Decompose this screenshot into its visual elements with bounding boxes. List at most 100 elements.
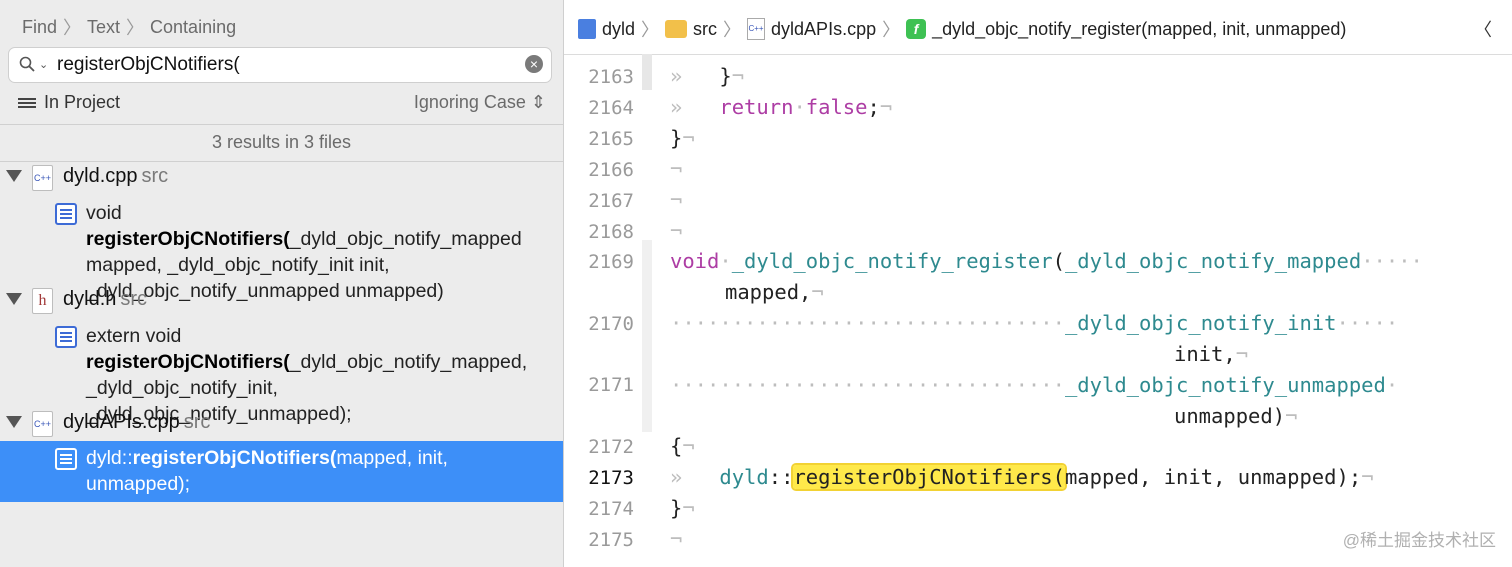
code-line[interactable]: » return·false;¬ (670, 95, 892, 119)
result-file-dyld-h[interactable]: h dyld.h src (0, 285, 563, 317)
file-label: dyld.cpp src (63, 165, 168, 188)
disclosure-triangle-icon[interactable] (6, 293, 22, 305)
search-highlight: registerObjCNotifiers( (793, 465, 1065, 489)
code-line[interactable]: ¬ (670, 527, 682, 551)
function-icon: f (906, 19, 927, 39)
find-mode-containing[interactable]: Containing (150, 17, 236, 38)
code-line-wrapped[interactable]: init,¬ (1174, 342, 1248, 366)
file-label: dyldAPIs.cpp src (63, 411, 210, 434)
search-input[interactable] (55, 52, 519, 78)
result-file-dyldapis-cpp[interactable]: C++ dyldAPIs.cpp src (0, 408, 563, 440)
code-token: mapped, (725, 280, 812, 304)
code-line[interactable]: ································_dyld_ob… (670, 373, 1398, 397)
code-token: mapped, init, unmapped); (1064, 465, 1362, 489)
code-token: } (670, 496, 683, 520)
code-line[interactable]: » }¬ (670, 64, 744, 88)
text-match-icon (55, 448, 77, 470)
code-token: init, (1174, 342, 1236, 366)
code-line[interactable]: ¬ (670, 219, 682, 243)
invisible-space: ····· (1336, 311, 1399, 335)
code-type: _dyld_objc_notify_unmapped (1064, 373, 1386, 397)
find-search-box[interactable]: ⌄ × (8, 47, 552, 83)
code-token: :: (768, 465, 794, 489)
code-line-wrapped[interactable]: mapped,¬ (725, 280, 824, 304)
line-number: 2170 (588, 313, 634, 335)
invisible-newline: ¬ (682, 496, 695, 520)
invisible-newline: ¬ (670, 527, 683, 551)
invisible-indent: ································ (670, 373, 1065, 397)
chevron-right-icon: 〉 (641, 20, 660, 40)
header-file-icon: h (32, 288, 53, 314)
result-match[interactable]: extern void registerObjCNotifiers(_dyld_… (0, 323, 563, 425)
line-number: 2168 (588, 221, 634, 243)
invisible-newline: ¬ (670, 188, 683, 212)
match-term: registerObjCNotifiers( (86, 228, 290, 250)
invisible-newline: ¬ (670, 157, 683, 181)
folder-icon (665, 20, 688, 38)
invisible-newline: ¬ (811, 280, 824, 304)
result-match-selected[interactable]: dyld::registerObjCNotifiers(mapped, init… (0, 441, 563, 502)
code-token: ; (867, 95, 880, 119)
code-line[interactable]: ¬ (670, 188, 682, 212)
file-dir: src (120, 288, 148, 310)
file-name: dyld.h (63, 288, 117, 310)
case-sensitivity-menu[interactable]: Ignoring Case ⇕ (414, 92, 546, 113)
invisible-space: · (1385, 373, 1399, 397)
chevron-down-icon[interactable]: ⌄ (39, 58, 48, 71)
match-text: dyld::registerObjCNotifiers(mapped, init… (86, 445, 538, 497)
code-line[interactable]: void·_dyld_objc_notify_register(_dyld_ob… (670, 249, 1423, 273)
jump-bar-folder[interactable]: src (693, 19, 717, 40)
line-number: 2174 (588, 498, 634, 520)
clear-search-icon[interactable]: × (525, 55, 543, 73)
scope-label: In Project (44, 92, 121, 112)
find-navigator: Find 〉 Text 〉 Containing ⌄ × In Project … (0, 0, 564, 567)
search-icon[interactable] (19, 56, 35, 72)
code-line[interactable]: {¬ (670, 434, 695, 458)
code-line-current[interactable]: » dyld::registerObjCNotifiers(mapped, in… (670, 465, 1374, 489)
code-line[interactable]: ¬ (670, 157, 682, 181)
up-down-chevron-icon: ⇕ (530, 92, 546, 112)
match-pre: dyld:: (86, 447, 133, 469)
chevron-left-icon[interactable]: 〈 (1474, 16, 1492, 42)
code-token: } (719, 64, 732, 88)
jump-bar-project[interactable]: dyld (602, 19, 635, 40)
match-term: registerObjCNotifiers( (86, 351, 290, 373)
line-number: 2163 (588, 66, 634, 88)
invisible-newline: ¬ (670, 219, 683, 243)
invisible-space: ····· (1361, 249, 1423, 273)
source-editor: dyld 〉 src 〉 C++ dyldAPIs.cpp 〉 f _dyld_… (564, 0, 1512, 567)
code-keyword: void (670, 249, 720, 273)
line-number: 2166 (588, 159, 634, 181)
line-number: 2171 (588, 374, 634, 396)
chevron-right-icon: 〉 (882, 20, 901, 40)
code-line[interactable]: ································_dyld_ob… (670, 311, 1398, 335)
code-token: unmapped) (1174, 404, 1286, 428)
invisible-space: · (719, 249, 732, 273)
invisible-newline: ¬ (682, 434, 695, 458)
find-mode-breadcrumb[interactable]: Find 〉 Text 〉 Containing (22, 14, 236, 40)
case-label: Ignoring Case (413, 92, 526, 112)
code-token: } (670, 126, 683, 150)
line-number: 2164 (588, 97, 634, 119)
jump-bar-symbol[interactable]: _dyld_objc_notify_register(mapped, init,… (932, 19, 1346, 40)
search-scope[interactable]: In Project (18, 92, 120, 113)
line-number: 2165 (588, 128, 634, 150)
jump-bar-file[interactable]: dyldAPIs.cpp (771, 19, 876, 40)
find-mode-find[interactable]: Find (22, 17, 57, 38)
match-term: registerObjCNotifiers( (132, 447, 337, 469)
result-file-dyld-cpp[interactable]: C++ dyld.cpp src (0, 162, 563, 194)
code-line[interactable]: }¬ (670, 496, 695, 520)
result-match[interactable]: void registerObjCNotifiers(_dyld_objc_no… (0, 200, 563, 302)
invisible-newline: ¬ (1285, 404, 1298, 428)
disclosure-triangle-icon[interactable] (6, 170, 22, 182)
invisible-indent: ································ (670, 311, 1065, 335)
invisible-newline: ¬ (682, 126, 695, 150)
find-mode-text[interactable]: Text (87, 17, 120, 38)
text-match-icon (55, 326, 77, 348)
code-line-wrapped[interactable]: unmapped)¬ (1174, 404, 1297, 428)
file-name: dyldAPIs.cpp (63, 411, 180, 433)
line-number: 2175 (588, 529, 634, 551)
disclosure-triangle-icon[interactable] (6, 416, 22, 428)
invisible-newline: ¬ (1361, 465, 1374, 489)
code-line[interactable]: }¬ (670, 126, 695, 150)
